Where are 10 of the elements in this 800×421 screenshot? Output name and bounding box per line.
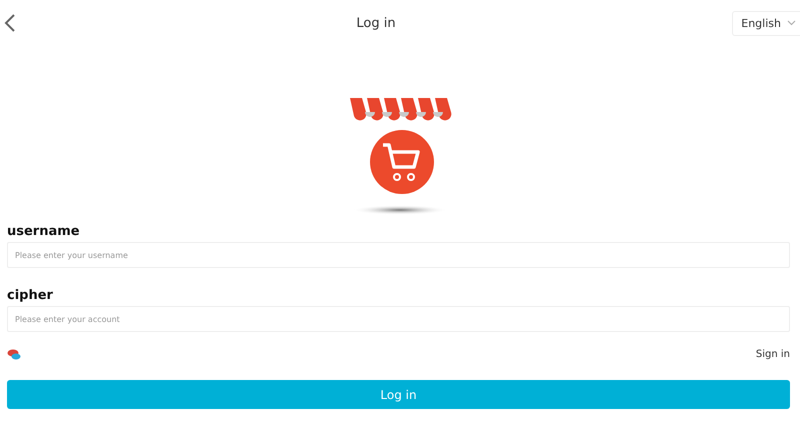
- back-icon: [4, 13, 16, 33]
- language-select[interactable]: English: [732, 10, 800, 36]
- field-label: username: [7, 224, 81, 239]
- chevron-down-icon: [786, 20, 796, 26]
- page-title: Log in: [356, 16, 396, 30]
- input-field[interactable]: Please enter your account: [7, 306, 790, 332]
- sign-in-link[interactable]: Sign in: [756, 348, 790, 360]
- field-label: cipher: [7, 288, 54, 303]
- input-field[interactable]: Please enter your username: [7, 242, 790, 268]
- chat-bubbles-icon: [7, 348, 21, 360]
